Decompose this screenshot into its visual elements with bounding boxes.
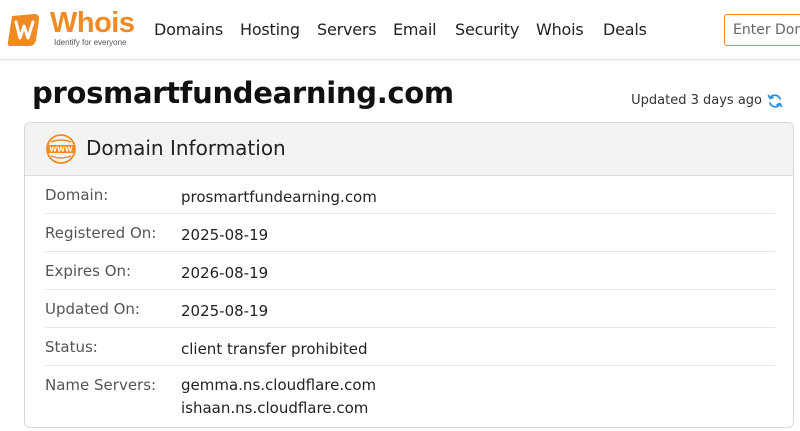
info-row-domain: Domain: prosmartfundearning.com (45, 176, 775, 214)
svg-text:WWW: WWW (49, 146, 72, 154)
nav-item-servers[interactable]: Servers (317, 20, 377, 39)
name-server-value: ishaan.ns.cloudflare.com (181, 399, 369, 417)
info-label: Name Servers: (45, 376, 157, 394)
whois-logo[interactable]: Whois Identify for everyone (6, 7, 138, 52)
domain-search-input[interactable] (724, 14, 800, 46)
card-header: WWW Domain Information (25, 123, 793, 176)
nav-item-deals[interactable]: Deals (603, 20, 647, 39)
nav-item-security[interactable]: Security (455, 20, 519, 39)
info-row-expires-on: Expires On: 2026-08-19 (45, 252, 775, 290)
info-value: 2026-08-19 (181, 264, 269, 282)
updated-timestamp: Updated 3 days ago (631, 93, 762, 108)
info-label: Registered On: (45, 224, 157, 242)
info-row-updated-on: Updated On: 2025-08-19 (45, 290, 775, 328)
whois-logo-icon (7, 14, 40, 46)
info-row-registered-on: Registered On: 2025-08-19 (45, 214, 775, 252)
info-label: Expires On: (45, 262, 132, 280)
info-row-name-servers: Name Servers: gemma.ns.cloudflare.com is… (45, 366, 775, 424)
info-value: client transfer prohibited (181, 340, 368, 358)
www-icon: WWW (46, 134, 76, 164)
logo-tagline: Identify for everyone (54, 38, 127, 47)
card-title: Domain Information (86, 136, 286, 160)
info-value: 2025-08-19 (181, 302, 269, 320)
info-label: Updated On: (45, 300, 140, 318)
nav-item-whois[interactable]: Whois (536, 20, 584, 39)
info-label: Status: (45, 338, 98, 356)
nav-item-email[interactable]: Email (393, 20, 437, 39)
refresh-icon[interactable] (767, 93, 783, 109)
top-navbar: Whois Identify for everyone Domains Host… (0, 0, 800, 60)
info-value: 2025-08-19 (181, 226, 269, 244)
nav-item-hosting[interactable]: Hosting (240, 20, 300, 39)
logo-wordmark: Whois (50, 7, 135, 39)
page-title: prosmartfundearning.com (32, 76, 454, 110)
nav-item-domains[interactable]: Domains (154, 20, 223, 39)
domain-information-card: WWW Domain Information Domain: prosmartf… (24, 122, 794, 428)
info-value: prosmartfundearning.com (181, 188, 377, 206)
info-label: Domain: (45, 186, 109, 204)
name-server-value: gemma.ns.cloudflare.com (181, 376, 377, 394)
info-row-status: Status: client transfer prohibited (45, 328, 775, 366)
